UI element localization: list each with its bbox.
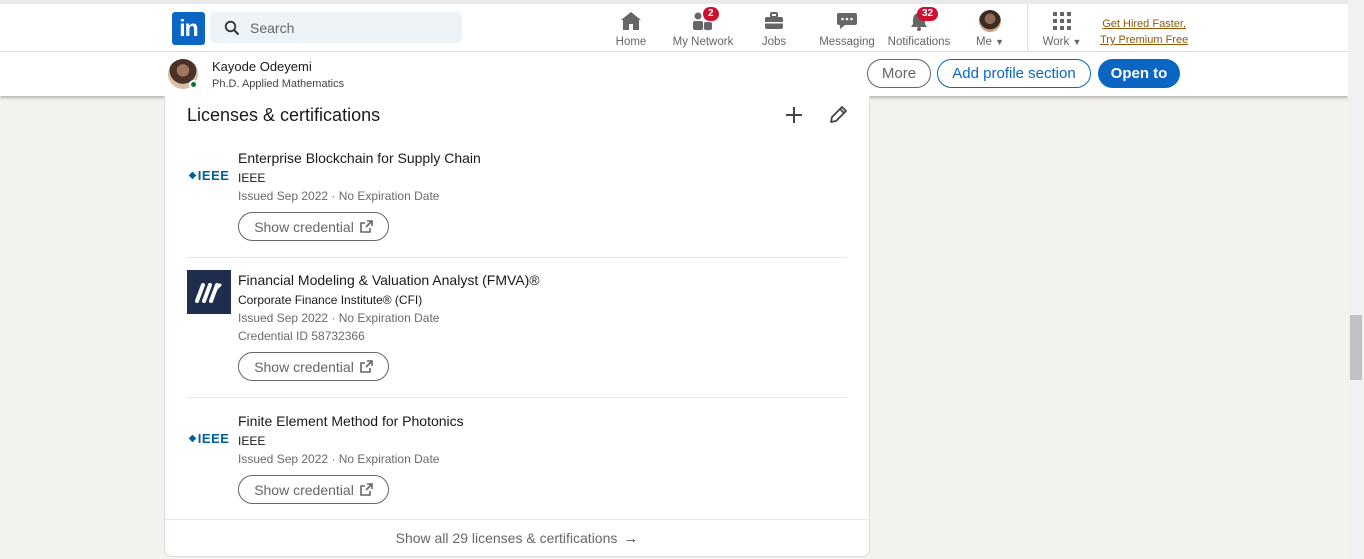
network-badge: 2 (703, 7, 719, 21)
diamond-icon: ◆ (188, 169, 197, 181)
nav-me[interactable]: Me ▼ (974, 10, 1006, 50)
me-avatar-wrap (978, 10, 1002, 32)
nav-home[interactable]: Home (614, 10, 648, 50)
premium-line1: Get Hired Faster, (1102, 18, 1186, 30)
notifications-badge: 32 (917, 7, 939, 21)
ieee-logo[interactable]: ◆ IEEE (187, 416, 231, 460)
search-input[interactable] (250, 19, 450, 36)
show-all-link[interactable]: Show all 29 licenses & certifications → (165, 519, 869, 556)
nav-divider (1027, 4, 1028, 51)
nav-me-row: Me ▼ (976, 36, 1004, 48)
nav-my-network[interactable]: 2 My Network (671, 7, 735, 50)
cfi-logo[interactable] (187, 270, 231, 314)
show-credential-label: Show credential (254, 358, 354, 375)
cert-details: Enterprise Blockchain for Supply Chain I… (238, 148, 481, 241)
cert-issued-date: Issued Sep 2022 · No Expiration Date (238, 189, 440, 203)
profile-headline: Ph.D. Applied Mathematics (212, 78, 345, 90)
nav-work-row: Work ▼ (1043, 36, 1082, 48)
diamond-icon: ◆ (188, 432, 197, 444)
profile-name: Kayode Odeyemi (212, 59, 312, 74)
divider (187, 397, 847, 398)
linkedin-logo[interactable]: in (172, 12, 205, 45)
home-icon (619, 10, 643, 32)
show-all-label: Show all 29 licenses & certifications (395, 530, 618, 546)
nav-messaging[interactable]: Messaging (819, 10, 875, 50)
nav-my-network-label: My Network (672, 36, 734, 48)
cert-issued-date: Issued Sep 2022 · No Expiration Date (238, 452, 440, 466)
external-link-icon (360, 483, 373, 496)
premium-line2: Try Premium Free (1100, 34, 1189, 46)
network-icon: 2 (691, 7, 719, 32)
grid-icon (1050, 10, 1074, 32)
chevron-down-icon: ▼ (995, 37, 1005, 47)
external-link-icon (360, 360, 373, 373)
ieee-logo[interactable]: ◆ IEEE (187, 153, 231, 197)
cert-issuer: Corporate Finance Institute® (CFI) (238, 293, 423, 307)
cert-details: Finite Element Method for Photonics IEEE… (238, 411, 464, 504)
nav-jobs[interactable]: Jobs (760, 10, 788, 50)
search-box[interactable] (210, 12, 462, 43)
external-link-icon (360, 220, 373, 233)
nav-me-label: Me (975, 36, 992, 48)
top-nav: in Home 2 My Network Jobs Messaging 32 (0, 0, 1348, 52)
ieee-logo-text: IEEE (197, 167, 230, 183)
pencil-icon[interactable] (827, 104, 849, 126)
add-icon[interactable] (783, 104, 805, 126)
nav-notifications[interactable]: 32 Notifications (886, 7, 952, 50)
show-credential-button[interactable]: Show credential (238, 352, 389, 381)
cert-details: Financial Modeling & Valuation Analyst (… (238, 270, 540, 381)
nav-jobs-label: Jobs (761, 36, 787, 48)
scrollbar-thumb[interactable] (1350, 315, 1362, 380)
open-to-button[interactable]: Open to (1098, 59, 1180, 88)
chevron-down-icon: ▼ (1072, 37, 1082, 47)
cert-name: Finite Element Method for Photonics (238, 413, 464, 429)
messaging-icon (835, 10, 859, 32)
show-credential-label: Show credential (254, 218, 354, 235)
online-status-icon (189, 80, 198, 89)
cert-issuer: IEEE (238, 171, 266, 185)
cert-name: Enterprise Blockchain for Supply Chain (238, 150, 481, 166)
nav-work[interactable]: Work ▼ (1040, 10, 1084, 50)
nav-work-label: Work (1042, 36, 1070, 48)
ieee-logo-text: IEEE (197, 430, 230, 446)
cert-name: Financial Modeling & Valuation Analyst (… (238, 272, 540, 288)
cert-credential-id: Credential ID 58732366 (238, 329, 365, 343)
arrow-right-icon: → (623, 529, 639, 547)
licenses-card: Licenses & certifications ◆ IEEE Enterpri… (164, 96, 870, 557)
page-scrollbar[interactable] (1348, 0, 1364, 559)
cert-issuer: IEEE (238, 434, 266, 448)
nav-messaging-label: Messaging (819, 36, 875, 48)
premium-link[interactable]: Get Hired Faster, Try Premium Free (1100, 16, 1188, 48)
search-icon (224, 20, 240, 35)
briefcase-icon (762, 10, 786, 32)
divider (187, 257, 847, 258)
add-profile-section-button[interactable]: Add profile section (937, 59, 1091, 88)
nav-notifications-label: Notifications (887, 36, 951, 48)
more-button[interactable]: More (867, 59, 931, 88)
section-title: Licenses & certifications (187, 105, 381, 125)
cert-issued-date: Issued Sep 2022 · No Expiration Date (238, 311, 440, 325)
show-credential-button[interactable]: Show credential (238, 475, 389, 504)
avatar (979, 10, 1001, 32)
show-credential-label: Show credential (254, 481, 354, 498)
bell-icon: 32 (907, 7, 939, 32)
profile-sticky-bar: Kayode Odeyemi Ph.D. Applied Mathematics… (0, 52, 1348, 96)
show-credential-button[interactable]: Show credential (238, 212, 389, 241)
nav-home-label: Home (615, 36, 647, 48)
